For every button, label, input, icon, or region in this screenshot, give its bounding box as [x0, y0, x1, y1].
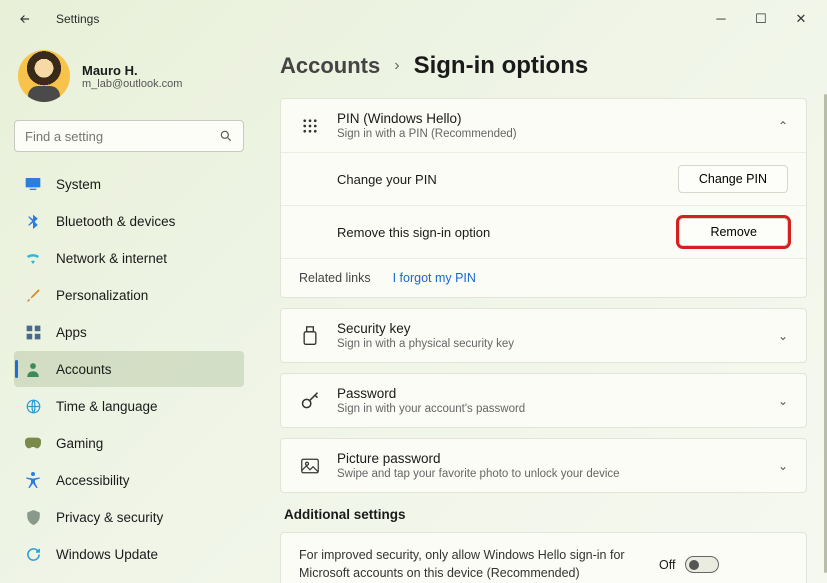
nav-label: Privacy & security [56, 510, 163, 525]
keypad-icon [299, 115, 321, 137]
nav-list: System Bluetooth & devices Network & int… [14, 166, 244, 572]
remove-pin-row: Remove this sign-in option Remove [281, 206, 806, 259]
wifi-icon [24, 249, 42, 267]
window-title: Settings [56, 12, 99, 26]
pin-title: PIN (Windows Hello) [337, 111, 762, 126]
breadcrumb-parent[interactable]: Accounts [280, 53, 380, 79]
nav-privacy[interactable]: Privacy & security [14, 499, 244, 535]
gaming-icon [24, 434, 42, 452]
person-icon [24, 360, 42, 378]
maximize-button[interactable]: ☐ [753, 11, 769, 27]
pin-header-row[interactable]: PIN (Windows Hello) Sign in with a PIN (… [281, 99, 806, 153]
remove-pin-button[interactable]: Remove [679, 218, 788, 246]
nav-apps[interactable]: Apps [14, 314, 244, 350]
change-pin-button[interactable]: Change PIN [678, 165, 788, 193]
chevron-right-icon: › [394, 57, 399, 75]
minimize-button[interactable]: ─ [713, 11, 729, 27]
chevron-up-icon: ⌃ [778, 119, 788, 133]
nav-label: Accounts [56, 362, 112, 377]
system-icon [24, 175, 42, 193]
page-title: Sign-in options [414, 52, 589, 80]
password-title: Password [337, 386, 762, 401]
remove-pin-label: Remove this sign-in option [337, 225, 679, 240]
chevron-down-icon: ⌄ [778, 329, 788, 343]
seckey-title: Security key [337, 321, 762, 336]
toggle-state-label: Off [659, 558, 675, 572]
search-input[interactable] [25, 129, 219, 144]
picture-password-card[interactable]: Picture password Swipe and tap your favo… [280, 438, 807, 493]
apps-icon [24, 323, 42, 341]
password-sub: Sign in with your account's password [337, 403, 762, 415]
nav-label: Personalization [56, 288, 148, 303]
search-box[interactable] [14, 120, 244, 152]
related-label: Related links [299, 271, 371, 285]
nav-personalization[interactable]: Personalization [14, 277, 244, 313]
search-icon [219, 129, 233, 143]
forgot-pin-link[interactable]: I forgot my PIN [393, 271, 476, 285]
update-icon [24, 545, 42, 563]
accessibility-icon [24, 471, 42, 489]
nav-label: Accessibility [56, 473, 130, 488]
password-card[interactable]: Password Sign in with your account's pas… [280, 373, 807, 428]
globe-icon [24, 397, 42, 415]
nav-accounts[interactable]: Accounts [14, 351, 244, 387]
hello-only-text: For improved security, only allow Window… [299, 547, 659, 582]
nav-bluetooth[interactable]: Bluetooth & devices [14, 203, 244, 239]
sidebar: Mauro H. m_lab@outlook.com System Blueto… [0, 38, 258, 583]
brush-icon [24, 286, 42, 304]
hello-only-row: For improved security, only allow Window… [280, 532, 807, 583]
security-key-card[interactable]: Security key Sign in with a physical sec… [280, 308, 807, 363]
window-controls: ─ ☐ ✕ [713, 11, 819, 27]
title-bar: Settings ─ ☐ ✕ [0, 0, 827, 38]
chevron-down-icon: ⌄ [778, 459, 788, 473]
key-icon [299, 390, 321, 412]
nav-label: Gaming [56, 436, 103, 451]
change-pin-label: Change your PIN [337, 172, 678, 187]
picpass-sub: Swipe and tap your favorite photo to unl… [337, 468, 762, 480]
nav-label: Apps [56, 325, 87, 340]
close-button[interactable]: ✕ [793, 11, 809, 27]
breadcrumb: Accounts › Sign-in options [280, 52, 807, 80]
nav-label: Network & internet [56, 251, 167, 266]
change-pin-row: Change your PIN Change PIN [281, 153, 806, 206]
nav-label: System [56, 177, 101, 192]
additional-heading: Additional settings [284, 507, 807, 522]
user-name: Mauro H. [82, 63, 182, 78]
back-button[interactable] [18, 12, 34, 26]
hello-only-toggle[interactable] [685, 556, 719, 573]
profile-block[interactable]: Mauro H. m_lab@outlook.com [14, 46, 244, 118]
nav-update[interactable]: Windows Update [14, 536, 244, 572]
nav-network[interactable]: Network & internet [14, 240, 244, 276]
nav-label: Windows Update [56, 547, 158, 562]
nav-label: Time & language [56, 399, 158, 414]
nav-system[interactable]: System [14, 166, 244, 202]
pin-card: PIN (Windows Hello) Sign in with a PIN (… [280, 98, 807, 298]
bluetooth-icon [24, 212, 42, 230]
user-email: m_lab@outlook.com [82, 78, 182, 90]
nav-accessibility[interactable]: Accessibility [14, 462, 244, 498]
avatar [18, 50, 70, 102]
picpass-title: Picture password [337, 451, 762, 466]
image-icon [299, 455, 321, 477]
chevron-down-icon: ⌄ [778, 394, 788, 408]
shield-icon [24, 508, 42, 526]
pin-sub: Sign in with a PIN (Recommended) [337, 128, 762, 140]
nav-gaming[interactable]: Gaming [14, 425, 244, 461]
main-content: Accounts › Sign-in options PIN (Windows … [258, 38, 827, 583]
related-links-row: Related links I forgot my PIN [281, 259, 806, 297]
nav-label: Bluetooth & devices [56, 214, 175, 229]
seckey-sub: Sign in with a physical security key [337, 338, 762, 350]
nav-time[interactable]: Time & language [14, 388, 244, 424]
usb-key-icon [299, 325, 321, 347]
